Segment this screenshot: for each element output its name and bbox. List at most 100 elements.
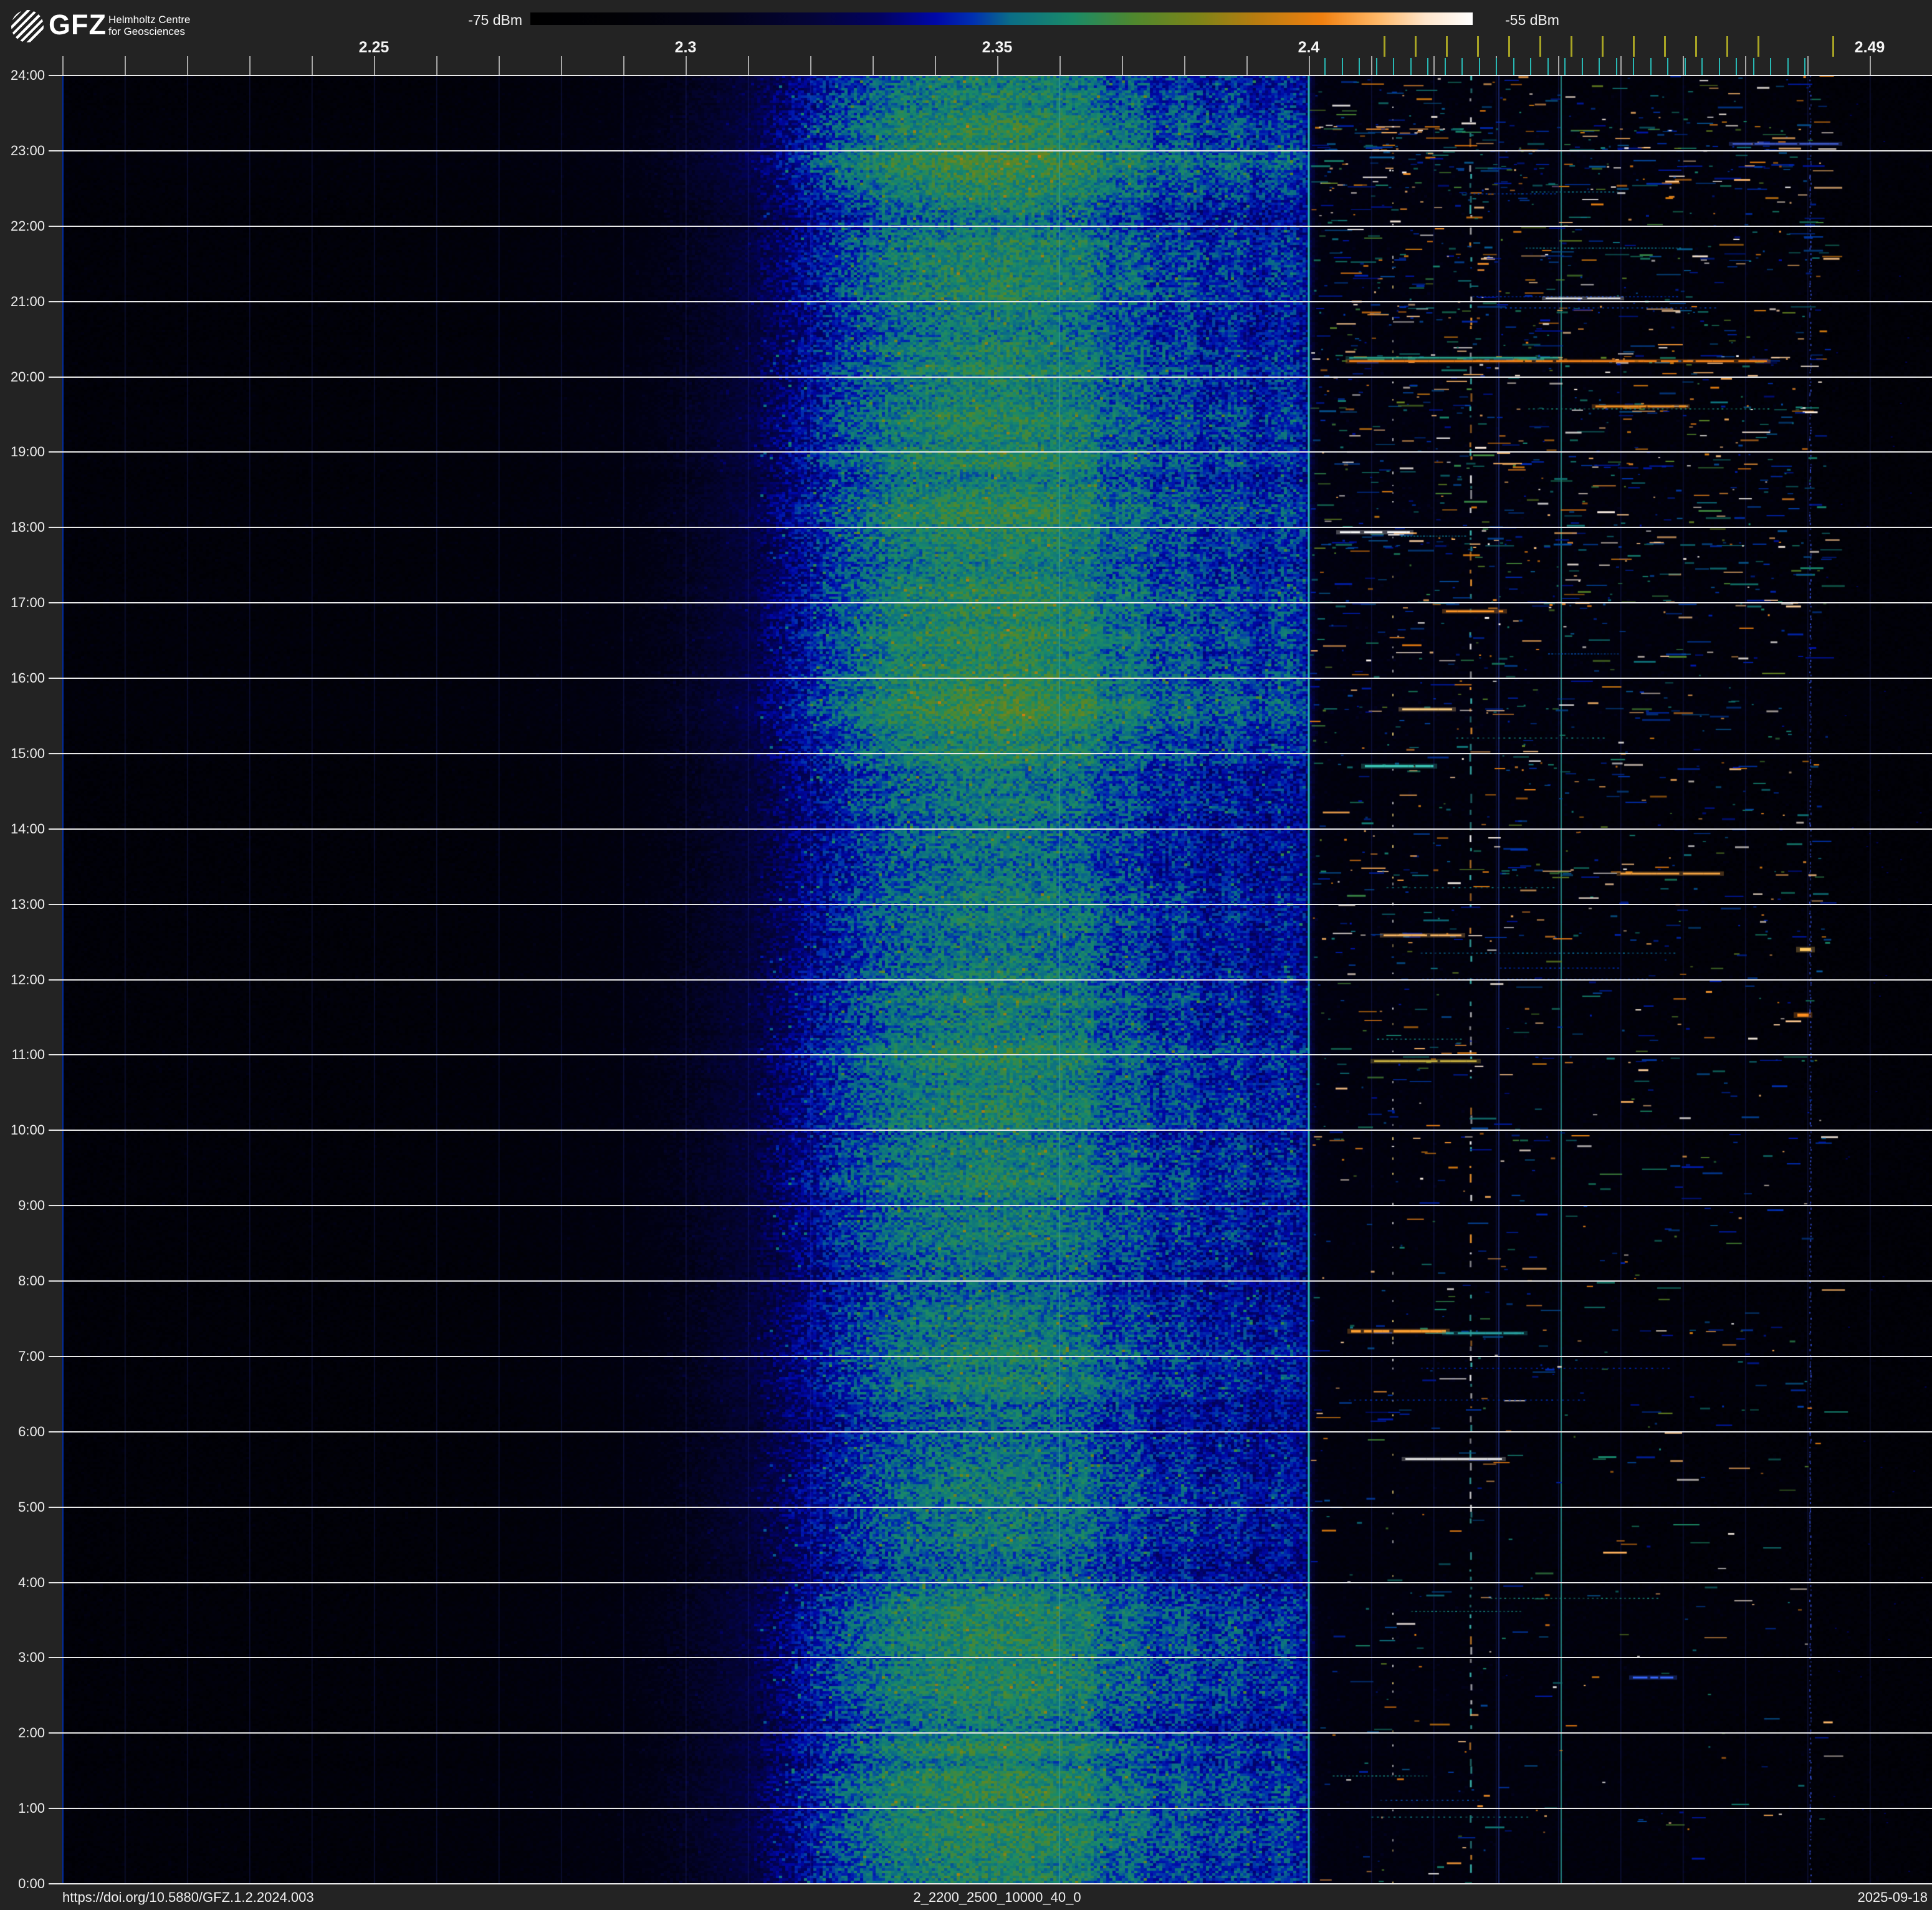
channel-tick-teal: [1530, 58, 1531, 75]
hour-gridline: [49, 1431, 1932, 1432]
channel-tick-yellow: [1757, 36, 1759, 57]
logo-subtitle-line1: Helmholtz Centre: [108, 14, 191, 26]
freq-tick: [1558, 56, 1559, 75]
hour-gridline: [49, 1808, 1932, 1810]
time-label: 5:00: [18, 1499, 45, 1515]
channel-tick-yellow: [1415, 36, 1417, 57]
colorbar-max-label: -55 dBm: [1505, 12, 1559, 28]
freq-tick: [686, 56, 687, 75]
channel-tick-teal: [1615, 58, 1617, 75]
channel-tick-teal: [1770, 58, 1771, 75]
channel-tick-teal: [1513, 58, 1514, 75]
channel-tick-teal: [1753, 58, 1754, 75]
channel-tick-teal: [1341, 58, 1343, 75]
time-label: 7:00: [18, 1348, 45, 1364]
channel-tick-teal: [1410, 58, 1412, 75]
hour-gridline: [49, 1130, 1932, 1131]
channel-tick-teal: [1667, 58, 1668, 75]
freq-tick: [436, 56, 438, 75]
freq-tick: [997, 56, 998, 75]
hour-gridline: [49, 1205, 1932, 1207]
channel-tick-teal: [1324, 58, 1326, 75]
time-label: 8:00: [18, 1273, 45, 1289]
channel-tick-teal: [1461, 58, 1463, 75]
freq-tick: [1620, 56, 1622, 75]
time-label: 21:00: [10, 293, 45, 309]
colorbar-min-label: -75 dBm: [468, 12, 522, 28]
gfz-logo-icon: [11, 10, 44, 42]
freq-tick: [249, 56, 251, 75]
hour-gridline: [49, 903, 1932, 905]
hour-gridline: [49, 602, 1932, 604]
hour-gridline: [49, 1280, 1932, 1282]
freq-tick: [62, 56, 64, 75]
time-label: 18:00: [10, 519, 45, 535]
channel-tick-yellow: [1695, 36, 1697, 57]
hour-gridline: [49, 1581, 1932, 1583]
time-label: 13:00: [10, 896, 45, 912]
freq-tick: [312, 56, 313, 75]
time-label: 3:00: [18, 1649, 45, 1666]
channel-tick-teal: [1375, 58, 1377, 75]
hour-gridline: [49, 75, 1932, 76]
time-label: 11:00: [11, 1047, 45, 1063]
freq-tick: [1309, 56, 1310, 75]
freq-tick: [935, 56, 936, 75]
time-label: 2:00: [18, 1725, 45, 1741]
time-label: 12:00: [10, 971, 45, 987]
freq-tick: [499, 56, 500, 75]
hour-gridline: [49, 300, 1932, 302]
time-label: 23:00: [10, 142, 45, 158]
freq-tick: [125, 56, 126, 75]
colorbar: [530, 12, 1473, 25]
date-label: 2025-09-18: [1857, 1889, 1928, 1905]
hour-gridline: [49, 979, 1932, 981]
time-label: 10:00: [10, 1122, 45, 1138]
channel-tick-teal: [1804, 58, 1805, 75]
hour-gridline: [49, 828, 1932, 830]
channel-tick-teal: [1496, 58, 1497, 75]
freq-tick: [748, 56, 749, 75]
channel-tick-yellow: [1384, 36, 1385, 57]
channel-tick-teal: [1736, 58, 1737, 75]
channel-tick-teal: [1701, 58, 1703, 75]
time-label: 15:00: [10, 745, 45, 761]
freq-label: 2.49: [1854, 39, 1885, 56]
time-label: 9:00: [18, 1197, 45, 1214]
freq-label: 2.3: [674, 39, 697, 56]
freq-label: 2.35: [982, 39, 1013, 56]
logo-subtitle-line2: for Geosciences: [108, 26, 185, 37]
channel-tick-teal: [1684, 58, 1686, 75]
hour-gridline: [49, 678, 1932, 679]
hour-gridline: [49, 451, 1932, 453]
hour-gridline: [49, 1657, 1932, 1659]
time-label: 1:00: [18, 1800, 45, 1816]
hour-gridline: [49, 225, 1932, 227]
channel-tick-teal: [1599, 58, 1600, 75]
hour-gridline: [49, 752, 1932, 754]
channel-tick-teal: [1633, 58, 1634, 75]
channel-tick-teal: [1787, 58, 1789, 75]
freq-tick: [1870, 56, 1871, 75]
freq-tick: [873, 56, 874, 75]
channel-tick-teal: [1650, 58, 1652, 75]
hour-gridline: [49, 1732, 1932, 1734]
channel-tick-teal: [1478, 58, 1480, 75]
hour-gridline: [49, 1506, 1932, 1508]
time-label: 0:00: [18, 1876, 45, 1891]
channel-tick-yellow: [1539, 36, 1541, 57]
channel-tick-teal: [1581, 58, 1583, 75]
freq-tick: [1807, 56, 1809, 75]
time-label: 4:00: [18, 1574, 45, 1590]
freq-tick: [561, 56, 562, 75]
channel-tick-teal: [1718, 58, 1720, 75]
channel-tick-yellow: [1633, 36, 1635, 57]
channel-tick-yellow: [1602, 36, 1604, 57]
channel-tick-teal: [1393, 58, 1394, 75]
freq-tick: [374, 56, 375, 75]
channel-tick-yellow: [1571, 36, 1572, 57]
freq-tick: [810, 56, 811, 75]
hour-gridline: [49, 1883, 1932, 1884]
channel-tick-teal: [1547, 58, 1549, 75]
freq-label: 2.25: [358, 39, 390, 56]
